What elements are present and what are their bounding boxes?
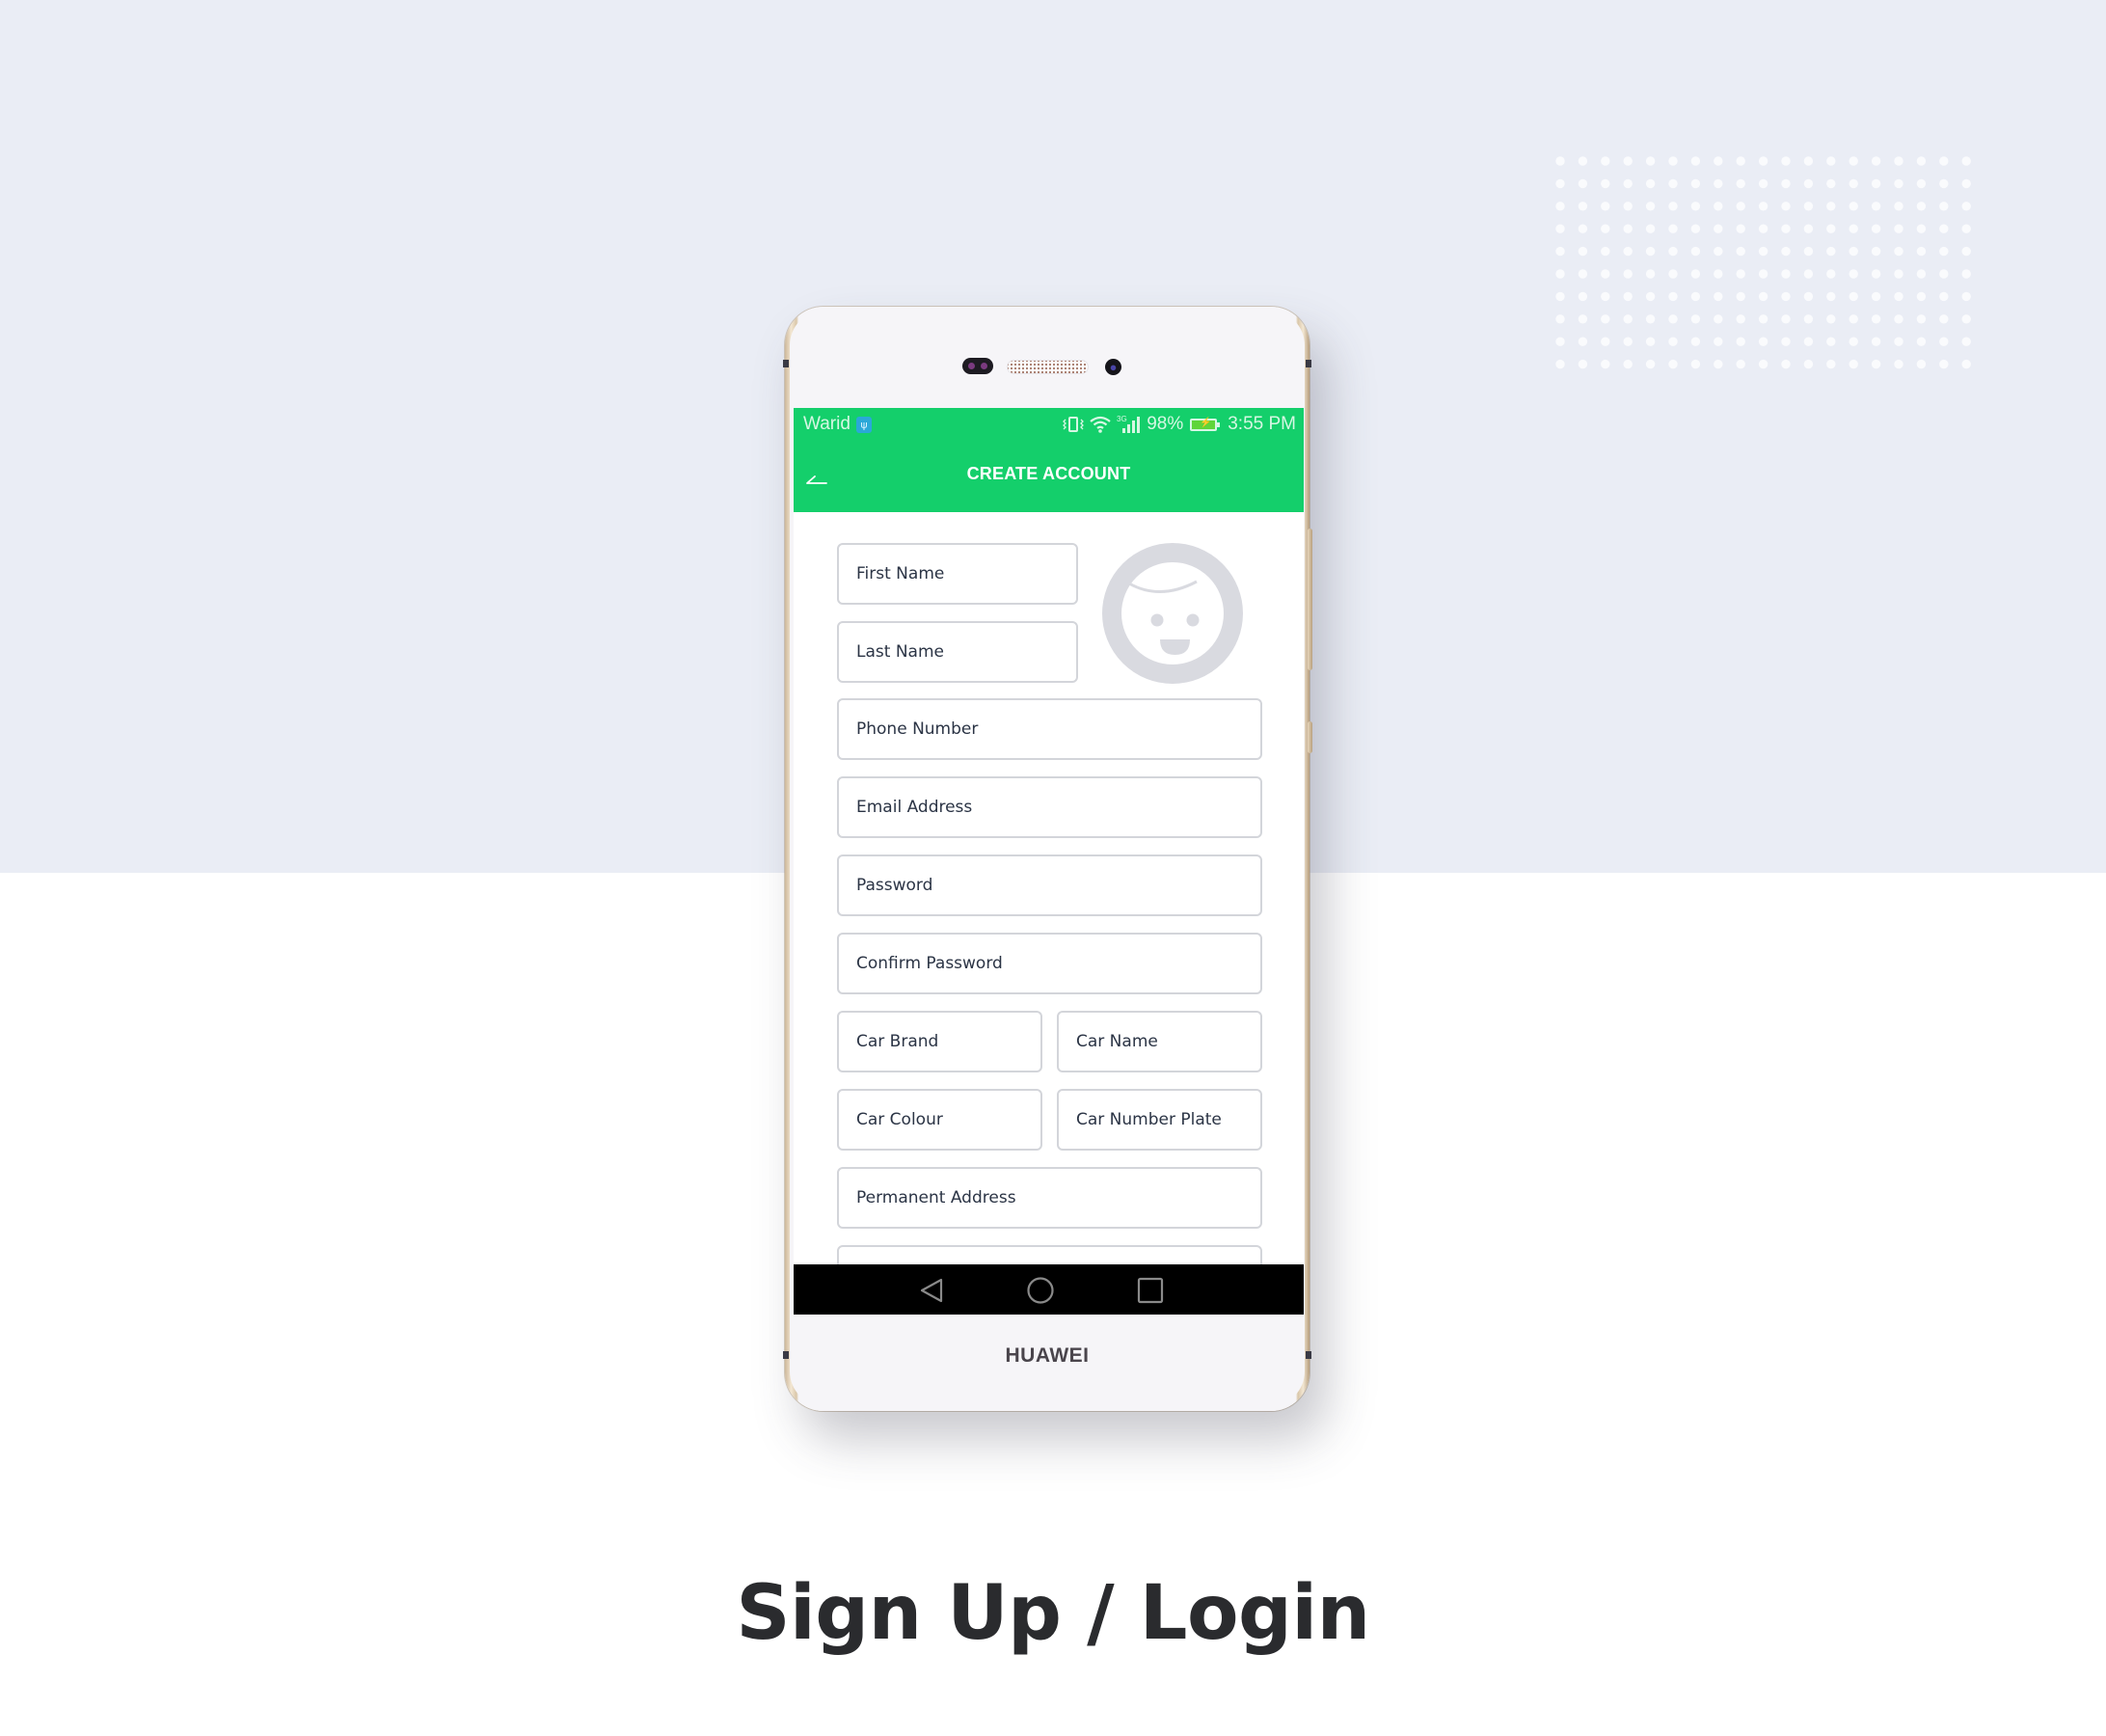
phone-screen: Warid ψ 3G 98% ⚡ 3:55 PM CREATE ACCOUNT … — [794, 408, 1304, 1315]
usb-icon: ψ — [856, 417, 872, 433]
car-brand-input[interactable] — [837, 1011, 1042, 1072]
confirm-password-input[interactable] — [837, 933, 1262, 994]
permanent-address-input[interactable] — [837, 1167, 1262, 1229]
last-name-input[interactable] — [837, 621, 1078, 683]
battery-percent: 98% — [1147, 414, 1184, 434]
car-colour-input[interactable] — [837, 1089, 1042, 1151]
antenna-line — [783, 360, 789, 367]
app-header: Warid ψ 3G 98% ⚡ 3:55 PM CREATE ACCOUNT — [794, 408, 1304, 512]
nav-home-icon[interactable] — [1024, 1274, 1057, 1307]
email-address-input[interactable] — [837, 776, 1262, 838]
nav-recents-icon[interactable] — [1134, 1274, 1167, 1307]
car-number-plate-input[interactable] — [1057, 1089, 1262, 1151]
antenna-line — [1306, 360, 1311, 367]
clock: 3:55 PM — [1228, 414, 1296, 434]
network-type-label: 3G — [1117, 415, 1127, 423]
proximity-sensor — [962, 358, 993, 374]
carrier-name: Warid — [803, 414, 850, 434]
volume-button — [1308, 529, 1312, 670]
status-bar: Warid ψ 3G 98% ⚡ 3:55 PM — [794, 408, 1304, 443]
signal-icon: 3G — [1117, 415, 1141, 433]
phone-number-input[interactable] — [837, 698, 1262, 760]
power-button — [1308, 721, 1312, 753]
android-navigation-bar — [794, 1264, 1304, 1315]
status-icons: 3G 98% ⚡ 3:55 PM — [1063, 414, 1296, 435]
nav-back-icon[interactable] — [916, 1274, 949, 1307]
car-name-input[interactable] — [1057, 1011, 1262, 1072]
wifi-icon — [1090, 416, 1111, 433]
user-avatar-placeholder-icon[interactable] — [1102, 543, 1243, 684]
battery-icon: ⚡ — [1190, 418, 1221, 431]
vibrate-icon — [1063, 417, 1085, 432]
earpiece-speaker — [1007, 360, 1089, 374]
first-name-input[interactable] — [837, 543, 1078, 605]
device-brand-logo: HUAWEI — [1005, 1344, 1090, 1367]
front-camera — [1105, 359, 1121, 375]
password-input[interactable] — [837, 854, 1262, 916]
page-title-create-account: CREATE ACCOUNT — [966, 464, 1131, 483]
page-heading: Sign Up / Login — [736, 1570, 1370, 1657]
